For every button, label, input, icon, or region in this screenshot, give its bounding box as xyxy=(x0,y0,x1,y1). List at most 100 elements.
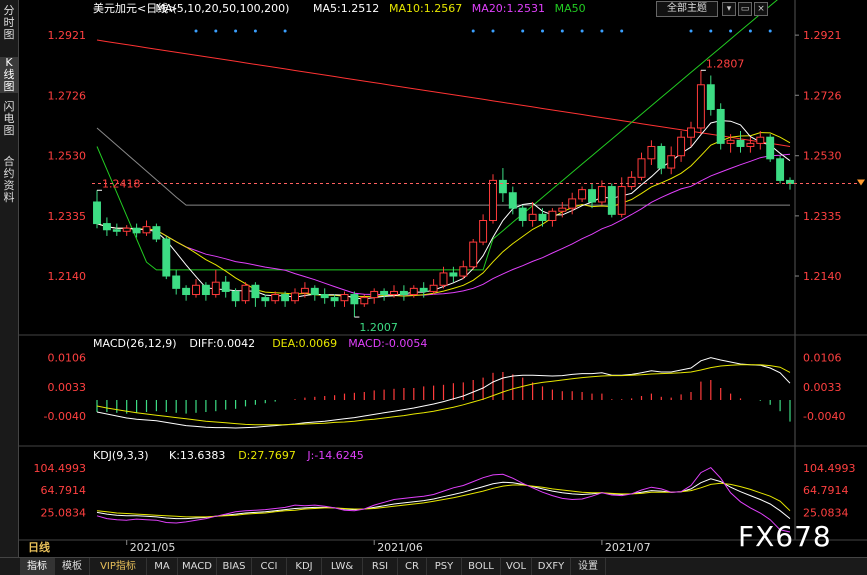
candle-body xyxy=(716,108,725,144)
price-ytick-right-3: 1.2335 xyxy=(803,210,842,223)
indicator-tab-12[interactable]: BOLL xyxy=(462,558,501,575)
candle-body xyxy=(548,210,557,221)
x-label-0: 2021/05 xyxy=(130,541,176,554)
chart-canvas: 美元加元<日线>MA(5,10,20,50,100,200) MA5:1.2512… xyxy=(19,0,867,554)
indicator-tab-10[interactable]: CR xyxy=(398,558,427,575)
price-ytick-left-4: 1.2140 xyxy=(48,270,87,283)
indicator-tab-14[interactable]: DXFY xyxy=(532,558,571,575)
ma200-line xyxy=(96,39,791,147)
event-marker xyxy=(541,29,544,33)
kdj-ytick-right-0: 104.4993 xyxy=(803,462,856,475)
price-header-1: MA(5,10,20,50,100,200) xyxy=(155,2,289,15)
candle-body xyxy=(508,192,517,209)
macd-ytick-right-0: 0.0106 xyxy=(803,352,842,365)
indicator-tab-0[interactable]: 指标 xyxy=(20,558,55,575)
candle-body xyxy=(102,223,111,231)
candle-body xyxy=(429,284,438,292)
candle-body xyxy=(736,139,745,147)
kdj-ytick-left-1: 64.7914 xyxy=(41,484,87,497)
macd-ytick-right-1: 0.0033 xyxy=(803,381,842,394)
macd-ytick-left-1: 0.0033 xyxy=(48,381,87,394)
candle-body xyxy=(93,201,101,225)
indicator-tab-6[interactable]: CCI xyxy=(252,558,287,575)
theme-selector[interactable]: 全部主题 xyxy=(656,1,718,17)
event-marker xyxy=(521,29,525,33)
indicator-tab-3[interactable]: MA xyxy=(147,558,178,575)
candle-body xyxy=(597,186,606,203)
price-ytick-right-2: 1.2530 xyxy=(803,150,842,163)
event-marker xyxy=(709,29,713,33)
candle-body xyxy=(132,227,141,234)
price-ytick-left-1: 1.2726 xyxy=(48,89,87,102)
candle-body xyxy=(706,84,715,110)
event-marker xyxy=(491,29,495,33)
candle-body xyxy=(479,219,488,243)
candle-body xyxy=(439,272,448,286)
candle-body xyxy=(469,241,478,268)
indicator-tab-9[interactable]: RSI xyxy=(363,558,398,575)
candle-body xyxy=(399,290,408,296)
price-header-3: MA10:1.2567 xyxy=(389,2,462,15)
indicator-tab-8[interactable]: LW& xyxy=(322,558,363,575)
candle-body xyxy=(766,136,775,160)
candle-body xyxy=(498,179,507,194)
candle-body xyxy=(281,294,290,302)
candle-body xyxy=(746,142,755,147)
event-marker xyxy=(194,29,198,33)
candle-body xyxy=(370,290,379,299)
period-label[interactable]: 日线 xyxy=(28,539,50,555)
candle-body xyxy=(360,297,369,305)
kdj-header-2: D:27.7697 xyxy=(238,449,296,462)
candle-body xyxy=(687,127,695,138)
event-marker xyxy=(580,29,584,33)
kdj-header-0: KDJ(9,3,3) xyxy=(93,449,149,462)
indicator-tab-7[interactable]: KDJ xyxy=(287,558,322,575)
price-ytick-left-2: 1.2530 xyxy=(48,150,87,163)
close-icon[interactable]: × xyxy=(754,2,768,16)
macd-header-2: DEA:0.0069 xyxy=(272,337,337,350)
candle-body xyxy=(211,281,220,296)
maximize-icon[interactable]: ▭ xyxy=(738,2,752,16)
kdj-ytick-left-0: 104.4993 xyxy=(34,462,87,475)
x-label-2: 2021/07 xyxy=(605,541,651,554)
kdj-line-K xyxy=(96,478,791,520)
price-ytick-right-1: 1.2726 xyxy=(803,89,842,102)
kdj-header-3: J:-14.6245 xyxy=(306,449,363,462)
candle-body xyxy=(528,213,537,221)
candle-body xyxy=(419,287,428,292)
watermark: FX678 xyxy=(738,520,832,553)
candle-body xyxy=(637,158,646,178)
indicator-tab-15[interactable]: 设置 xyxy=(571,558,606,575)
annotation-1: 1.2807 xyxy=(706,57,745,70)
indicator-tab-4[interactable]: MACD xyxy=(178,558,217,575)
candle-body xyxy=(350,294,359,305)
indicator-tab-5[interactable]: BIAS xyxy=(217,558,252,575)
indicator-tab-2[interactable]: VIP指标 xyxy=(90,558,147,575)
x-label-1: 2021/06 xyxy=(377,541,423,554)
candle-body xyxy=(291,292,299,302)
candle-body xyxy=(607,186,616,215)
candle-body xyxy=(390,290,398,296)
candle-body xyxy=(667,155,676,169)
current-price-marker xyxy=(857,179,865,186)
event-marker xyxy=(283,29,287,33)
indicator-tab-11[interactable]: PSY xyxy=(427,558,462,575)
indicator-tab-13[interactable]: VOL xyxy=(501,558,532,575)
indicator-tab-1[interactable]: 模板 xyxy=(55,558,90,575)
candle-body xyxy=(459,266,468,277)
candle-body xyxy=(756,136,765,144)
price-header-4: MA20:1.2531 xyxy=(472,2,545,15)
macd-header-0: MACD(26,12,9) xyxy=(93,337,177,350)
candle-body xyxy=(152,226,161,240)
candle-body xyxy=(538,213,547,221)
event-marker xyxy=(620,29,624,33)
event-marker xyxy=(748,29,752,33)
candle-body xyxy=(300,287,309,294)
candle-body xyxy=(726,139,735,144)
event-marker xyxy=(768,29,772,33)
price-ytick-right-0: 1.2921 xyxy=(803,29,842,42)
candle-body xyxy=(310,287,319,296)
kdj-header-1: K:13.6383 xyxy=(169,449,225,462)
dropdown-icon[interactable]: ▾ xyxy=(722,2,736,16)
macd-ytick-left-0: 0.0106 xyxy=(48,352,87,365)
